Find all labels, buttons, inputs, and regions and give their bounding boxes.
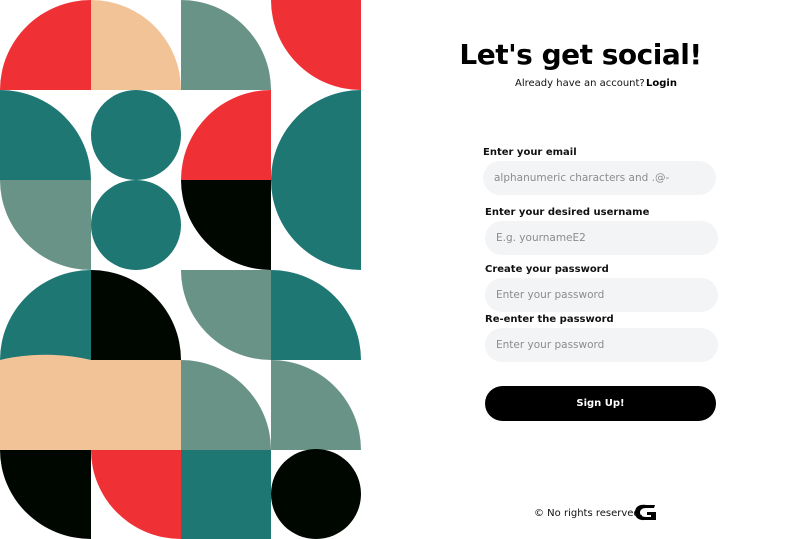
art-tile [181, 360, 271, 450]
email-label: Enter your email [483, 147, 577, 158]
art-tile [181, 450, 271, 539]
art-tile [91, 180, 181, 270]
art-tile [181, 180, 271, 270]
art-tile [271, 0, 361, 90]
art-tile [271, 180, 361, 270]
art-tile [0, 90, 91, 180]
art-tile [181, 90, 271, 180]
username-label: Enter your desired username [485, 207, 650, 218]
art-tile [181, 0, 271, 90]
art-tile [181, 270, 271, 360]
signup-button[interactable]: Sign Up! [485, 386, 716, 421]
copyright-text: © No rights reserved. [534, 508, 643, 519]
art-tile [0, 450, 91, 539]
art-tile [0, 0, 91, 90]
email-field[interactable] [483, 161, 716, 195]
geometric-art-panel [0, 0, 361, 539]
art-tile [271, 360, 361, 450]
password-label: Create your password [485, 264, 609, 275]
password-field[interactable] [485, 278, 718, 312]
page-title: Let's get social! [459, 38, 702, 71]
art-tile [91, 450, 181, 539]
art-tile [91, 90, 181, 180]
art-tile [91, 0, 181, 90]
brand-logo-icon [635, 504, 656, 521]
art-tile [271, 90, 361, 180]
art-tile [271, 449, 361, 539]
art-tile [0, 180, 91, 270]
account-prompt: Already have an account? [515, 78, 645, 89]
art-tile [0, 270, 91, 360]
repassword-label: Re-enter the password [485, 314, 614, 325]
art-tile [271, 270, 361, 360]
repassword-field[interactable] [485, 328, 718, 362]
username-field[interactable] [485, 221, 718, 255]
geometric-pattern [0, 0, 361, 539]
signup-panel: Let's get social! Already have an accoun… [361, 0, 800, 539]
art-tile [91, 270, 181, 360]
login-link[interactable]: Login [646, 78, 677, 89]
